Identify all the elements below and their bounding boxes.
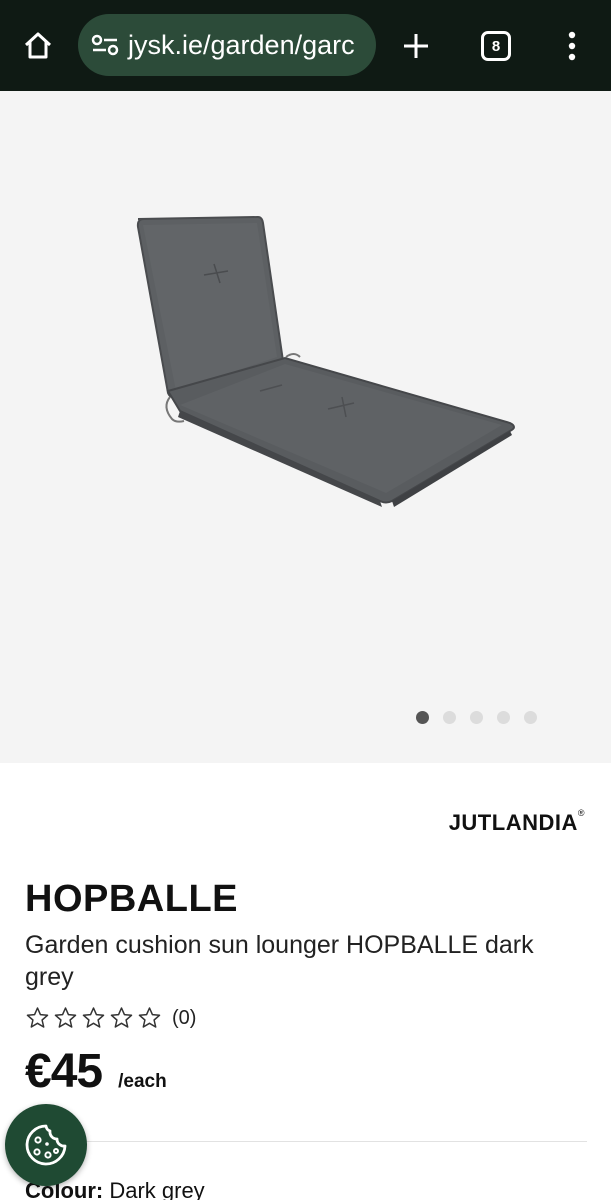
site-settings-button[interactable]: [90, 30, 120, 60]
gallery-pagination: [416, 711, 537, 724]
browser-menu-button[interactable]: [558, 28, 586, 64]
colour-value: Dark grey: [109, 1178, 205, 1200]
home-button[interactable]: [20, 28, 56, 64]
rating-count: (0): [172, 1006, 197, 1029]
url-text: jysk.ie/garden/garc: [128, 29, 355, 60]
product-gallery[interactable]: [0, 91, 611, 763]
tab-count: 8: [491, 37, 501, 55]
star-outline-icon: [26, 1007, 49, 1028]
product-rating[interactable]: (0): [25, 1006, 196, 1030]
home-icon: [24, 32, 52, 59]
site-settings-icon: [91, 34, 119, 56]
price-block: €45 /each: [25, 1044, 167, 1099]
star-outline-icon: [110, 1007, 133, 1028]
price-unit: /each: [118, 1071, 167, 1092]
more-vert-icon: [568, 31, 576, 61]
gallery-dot[interactable]: [524, 711, 537, 724]
brand-name: JUTLANDIA: [448, 810, 578, 835]
registered-mark: ®: [577, 808, 585, 818]
cookie-settings-button[interactable]: [5, 1104, 87, 1186]
gallery-dot[interactable]: [443, 711, 456, 724]
new-tab-button[interactable]: [398, 28, 434, 64]
rating-stars: [25, 1006, 162, 1030]
star-outline-icon: [54, 1007, 77, 1028]
brand-logo[interactable]: JUTLANDIA®: [448, 808, 585, 836]
star-outline-icon: [138, 1007, 161, 1028]
product-image: [136, 215, 515, 507]
plus-icon: [404, 34, 428, 58]
product-description: Garden cushion sun lounger HOPBALLE dark…: [25, 931, 534, 991]
tabs-button[interactable]: 8: [481, 31, 511, 61]
browser-toolbar: jysk.ie/garden/garc 8: [0, 0, 611, 91]
gallery-dot[interactable]: [497, 711, 510, 724]
cookie-icon: [25, 1124, 67, 1166]
star-outline-icon: [82, 1007, 105, 1028]
divider: [25, 1141, 587, 1142]
product-title: HOPBALLE: [25, 878, 238, 920]
gallery-dot[interactable]: [416, 711, 429, 724]
address-bar[interactable]: jysk.ie/garden/garc: [78, 14, 376, 76]
gallery-dot[interactable]: [470, 711, 483, 724]
product-price: €45: [25, 1045, 103, 1098]
